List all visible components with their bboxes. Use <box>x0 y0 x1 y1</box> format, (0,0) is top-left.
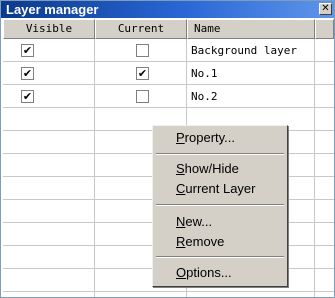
close-icon: ✕ <box>321 3 330 14</box>
layer-row[interactable]: ✔ ✔ No.1 <box>3 62 334 85</box>
menu-separator <box>156 204 284 206</box>
checkmark-icon: ✔ <box>22 44 33 57</box>
visible-checkbox[interactable]: ✔ <box>21 44 34 57</box>
layer-name: No.1 <box>191 67 218 80</box>
column-header-filler <box>315 19 334 39</box>
menu-item-remove[interactable]: Remove <box>155 232 285 251</box>
column-header-visible[interactable]: Visible <box>3 19 95 39</box>
menu-separator <box>156 256 284 258</box>
layer-row[interactable]: ✔ Background layer <box>3 39 334 62</box>
close-button[interactable]: ✕ <box>319 3 332 15</box>
menu-item-new[interactable]: New... <box>155 212 285 231</box>
window-title: Layer manager <box>6 2 99 17</box>
title-bar[interactable]: Layer manager ✕ <box>1 1 334 18</box>
layer-row[interactable]: ✔ No.2 <box>3 85 334 108</box>
checkmark-icon: ✔ <box>22 67 33 80</box>
column-header-name[interactable]: Name <box>187 19 315 39</box>
layer-name: No.2 <box>191 90 218 103</box>
menu-item-show-hide[interactable]: Show/Hide <box>155 159 285 178</box>
current-checkbox[interactable]: ✔ <box>136 67 149 80</box>
checkmark-icon: ✔ <box>137 67 148 80</box>
menu-item-options[interactable]: Options... <box>155 263 285 282</box>
visible-checkbox[interactable]: ✔ <box>21 67 34 80</box>
column-header-row: Visible Current Name <box>3 19 334 39</box>
layer-manager-window: Layer manager ✕ Visible Current Name ✔ B… <box>0 0 335 298</box>
layer-name: Background layer <box>191 44 297 57</box>
menu-item-property[interactable]: Property... <box>155 128 285 147</box>
visible-checkbox[interactable]: ✔ <box>21 90 34 103</box>
menu-separator <box>156 153 284 155</box>
context-menu: Property... Show/Hide Current Layer New.… <box>152 125 288 287</box>
current-checkbox[interactable] <box>136 44 149 57</box>
current-checkbox[interactable] <box>136 90 149 103</box>
checkmark-icon: ✔ <box>22 90 33 103</box>
menu-item-current-layer[interactable]: Current Layer <box>155 179 285 198</box>
column-header-current[interactable]: Current <box>95 19 187 39</box>
